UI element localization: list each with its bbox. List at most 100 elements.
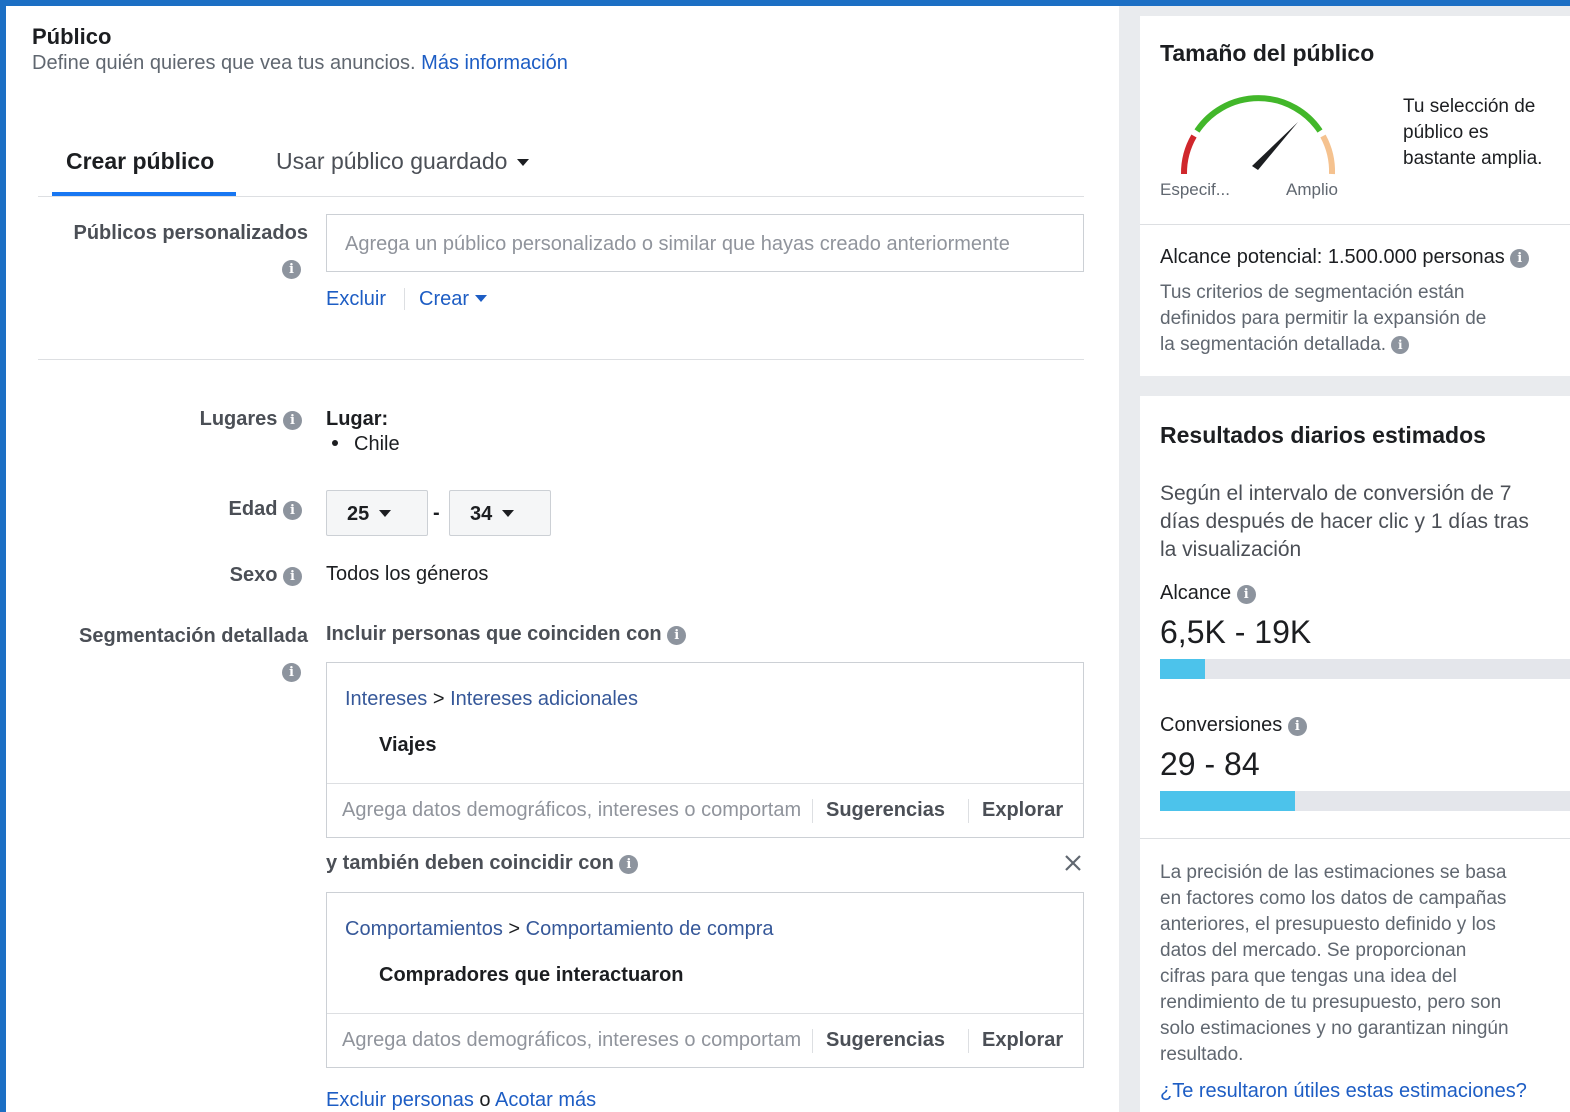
custom-audiences-label: Públicos personalizados xyxy=(73,222,308,244)
group1-selected-item[interactable]: Viajes xyxy=(379,734,436,757)
close-icon xyxy=(1065,855,1081,871)
detailed-targeting-info-icon[interactable]: i xyxy=(282,663,301,682)
age-info-icon[interactable]: i xyxy=(283,501,302,520)
exclude-narrow-row: Excluir personas o Acotar más xyxy=(326,1089,596,1112)
conversions-info-icon[interactable]: i xyxy=(1287,717,1307,736)
chevron-down-icon xyxy=(379,510,392,517)
accuracy-line-5: cifras para que tengas una idea del xyxy=(1160,966,1457,987)
location-item: Chile xyxy=(332,433,400,456)
age-min-select[interactable]: 25 xyxy=(326,490,428,536)
criteria-info-icon[interactable]: i xyxy=(1391,336,1410,354)
conversions-label: Conversiones xyxy=(1160,714,1283,736)
accuracy-line-7: solo estimaciones y no garantizan ningún xyxy=(1160,1018,1509,1039)
description-line-1: Según el intervalo de conversión de 7 xyxy=(1160,482,1512,505)
gender-label-row: Sexo i xyxy=(150,564,302,587)
create-link-label: Crear xyxy=(419,288,470,310)
age-label-row: Edad i xyxy=(150,498,302,521)
group1-path-sep: > xyxy=(432,688,445,710)
chevron-down-icon xyxy=(517,159,530,166)
reach-info-icon[interactable]: i xyxy=(1236,585,1256,604)
selection-text: Tu selección de público es bastante ampl… xyxy=(1403,94,1542,172)
group2-separator-2 xyxy=(968,1029,969,1053)
tab-saved-audience[interactable]: Usar público guardado xyxy=(276,148,530,175)
gender-info-icon[interactable]: i xyxy=(283,567,302,586)
section-subtitle-row: Define quién quieres que vea tus anuncio… xyxy=(32,52,568,75)
narrow-more-link[interactable]: Acotar más xyxy=(495,1089,596,1111)
group2-separator xyxy=(812,1029,813,1053)
age-label: Edad xyxy=(228,498,278,520)
section-subtitle: Define quién quieres que vea tus anuncio… xyxy=(32,52,416,74)
selection-line-2: público es xyxy=(1403,122,1489,143)
section-title: Público xyxy=(32,24,112,49)
gender-value[interactable]: Todos los géneros xyxy=(326,563,488,586)
criteria-text: Tus criterios de segmentación están defi… xyxy=(1160,280,1486,358)
group1-search-placeholder: Agrega datos demográficos, intereses o c… xyxy=(342,799,802,821)
age-separator: - xyxy=(433,502,440,524)
feedback-question-link[interactable]: ¿Te resultaron útiles estas estimaciones… xyxy=(1160,1080,1527,1103)
reach-value: 6,5K - 19K xyxy=(1160,614,1312,650)
conversions-bar-fill xyxy=(1160,791,1296,811)
conversions-bar xyxy=(1160,791,1570,811)
accuracy-line-2: en factores como los datos de campañas xyxy=(1160,888,1507,909)
include-heading: Incluir personas que coinciden con xyxy=(326,623,662,645)
age-max-select[interactable]: 34 xyxy=(449,490,551,536)
audience-gauge xyxy=(1180,95,1336,175)
custom-audiences-info-icon[interactable]: i xyxy=(282,260,301,279)
group1-suggestions-button[interactable]: Sugerencias xyxy=(826,799,945,822)
potential-reach-info-icon[interactable]: i xyxy=(1510,249,1530,268)
include-info-icon[interactable]: i xyxy=(667,626,687,645)
exclude-people-link[interactable]: Excluir personas xyxy=(326,1089,474,1111)
audience-card-divider xyxy=(1140,224,1570,225)
tabs-divider xyxy=(38,196,1084,197)
potential-reach-row: Alcance potencial: 1.500.000 personas i xyxy=(1160,246,1530,269)
description-line-2: días después de hacer clic y 1 días tras xyxy=(1160,510,1529,533)
chevron-down-icon xyxy=(475,295,488,302)
group2-path-2[interactable]: Comportamiento de compra xyxy=(526,918,774,940)
remove-group-button[interactable] xyxy=(1062,852,1084,879)
daily-results-title: Resultados diarios estimados xyxy=(1160,422,1486,448)
group2-suggestions-button[interactable]: Sugerencias xyxy=(826,1029,945,1052)
group2-search-input[interactable]: Agrega datos demográficos, intereses o c… xyxy=(342,1029,802,1052)
reach-label-row: Alcance i xyxy=(1160,582,1256,605)
exclude-link[interactable]: Excluir xyxy=(326,288,386,311)
gauge-left-label: Especif... xyxy=(1160,180,1230,199)
location-item-label: Chile xyxy=(354,433,400,455)
reach-bar-fill xyxy=(1160,659,1206,679)
conversions-value: 29 - 84 xyxy=(1160,746,1260,782)
custom-audience-input[interactable]: Agrega un público personalizado o simila… xyxy=(326,214,1084,272)
gauge-right-label: Amplio xyxy=(1286,180,1338,199)
include-heading-row: Incluir personas que coinciden con i xyxy=(326,623,687,646)
group1-path-2[interactable]: Intereses adicionales xyxy=(450,688,638,710)
group2-selected-item[interactable]: Compradores que interactuaron xyxy=(379,964,684,987)
group1-divider xyxy=(327,783,1083,784)
group1-path-1[interactable]: Intereses xyxy=(345,688,427,710)
narrow-heading-row: y también deben coincidir con i xyxy=(326,852,639,875)
create-dropdown[interactable]: Crear xyxy=(419,288,488,311)
gauge-peach-segment xyxy=(1320,134,1336,175)
gauge-needle xyxy=(1252,122,1298,170)
criteria-line-3: la segmentación detallada. xyxy=(1160,334,1387,355)
locations-info-icon[interactable]: i xyxy=(283,411,302,430)
gender-label: Sexo xyxy=(229,564,278,586)
or-word: o xyxy=(479,1089,491,1111)
accuracy-text: La precisión de las estimaciones se basa… xyxy=(1160,860,1509,1068)
tab-create-audience[interactable]: Crear público xyxy=(66,148,214,175)
group1-breadcrumb: Intereses > Intereses adicionales xyxy=(345,688,638,711)
group2-explore-button[interactable]: Explorar xyxy=(982,1029,1063,1052)
group1-explore-button[interactable]: Explorar xyxy=(982,799,1063,822)
age-min-value: 25 xyxy=(347,503,370,525)
audience-size-title: Tamaño del público xyxy=(1160,40,1375,66)
more-info-link[interactable]: Más información xyxy=(421,52,568,74)
narrow-info-icon[interactable]: i xyxy=(619,855,639,874)
criteria-line-2: definidos para permitir la expansión de xyxy=(1160,308,1487,329)
reach-label: Alcance xyxy=(1160,582,1232,604)
accuracy-line-3: anteriores, el presupuesto definido y lo… xyxy=(1160,914,1496,935)
link-separator xyxy=(404,288,405,310)
group2-path-1[interactable]: Comportamientos xyxy=(345,918,503,940)
criteria-line-1: Tus criterios de segmentación están xyxy=(1160,282,1465,303)
group2-divider xyxy=(327,1013,1083,1014)
description-line-3: la visualización xyxy=(1160,538,1302,561)
gauge-red-segment xyxy=(1180,134,1197,175)
group1-search-input[interactable]: Agrega datos demográficos, intereses o c… xyxy=(342,799,802,822)
locations-label: Lugares xyxy=(199,408,278,430)
